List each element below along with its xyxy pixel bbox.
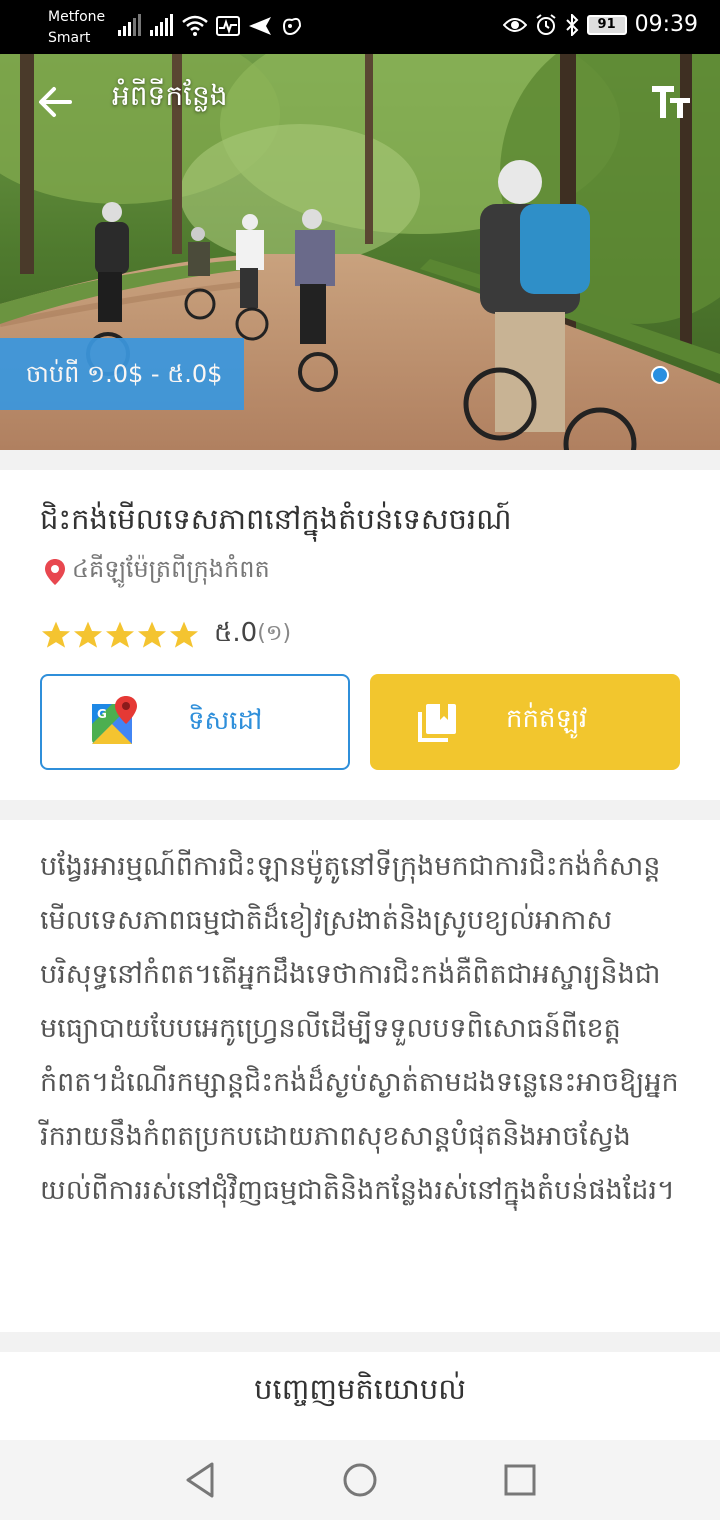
status-right: 91 09:39 [502,12,698,37]
place-info-card: ជិះកង់មើលទេសភាពនៅក្នុងតំបន់ទេសចរណ៍ ៤គីឡូ… [0,470,720,800]
clock: 09:39 [634,12,698,37]
status-bar: Metfone Smart 91 09:39 [0,0,720,54]
direction-label: ទិសដៅ [188,706,263,736]
star-icon [170,621,198,648]
price-badge: ចាប់ពី ១.0$ - ៥.0$ [0,338,244,410]
rating-row: ៥.0 (១) [40,616,291,654]
bluetooth-icon [565,13,579,36]
hero-image[interactable]: អំពីទីកន្លែង ចាប់ពី ១.0$ - ៥.0$ [0,54,720,450]
star-icon [106,621,134,648]
carrier-line-1: Metfone [48,9,106,25]
location-text: ៤គីឡូម៉ែត្រពីក្រុងកំពត [72,555,270,583]
comment-title[interactable]: បញ្ចេញមតិយោបល់ [0,1372,720,1414]
signal-icon [118,14,141,36]
status-left-icons [118,14,304,36]
activity-icon [216,16,240,36]
book-now-label: កក់ឥឡូវ [506,704,588,734]
rating-value: ៥.0 [214,618,258,648]
app-screen: Metfone Smart 91 09:39 អំពីទីកន្លែង ចាប់… [0,0,720,1520]
comment-section: បញ្ចេញមតិយោបល់ [0,1352,720,1442]
direction-button[interactable]: G ទិសដៅ [40,674,350,770]
send-icon [249,17,271,35]
system-nav-bar [0,1440,720,1520]
location-pin-icon [45,558,65,585]
location-row: ៤គីឡូម៉ែត្រពីក្រុងកំពត [44,554,270,589]
battery-indicator: 91 [586,14,627,35]
nav-recent-apps-icon[interactable] [500,1460,540,1500]
star-icon [42,621,70,648]
font-size-icon[interactable] [650,82,692,122]
hero-top-bar: អំពីទីកន្លែង [0,54,720,144]
description-text: បង្វែរអារម្មណ៍ពីការជិះឡានម៉ូតូនៅទីក្រុងម… [40,851,679,1206]
eye-icon [502,17,527,32]
place-title: ជិះកង់មើលទេសភាពនៅក្នុងតំបន់ទេសចរណ៍ [40,502,512,536]
carousel-indicator[interactable] [651,366,669,384]
carrier-label: Metfone Smart [48,7,105,49]
rating-count: (១) [257,621,292,646]
bookmark-stack-icon [418,704,456,742]
svg-text:G: G [97,707,107,721]
nav-home-icon[interactable] [340,1460,380,1500]
star-icon [138,621,166,648]
google-maps-icon: G [92,696,137,744]
alarm-icon [535,13,556,35]
star-icon [74,621,102,648]
carrier-line-2: Smart [48,30,91,46]
wifi-icon [182,15,208,36]
page-title: អំពីទីកន្លែង [112,79,228,112]
book-now-button[interactable]: កក់ឥឡូវ [370,674,680,770]
signal-2-icon [150,14,173,36]
description-card: បង្វែរអារម្មណ៍ពីការជិះឡានម៉ូតូនៅទីក្រុងម… [0,820,720,1332]
back-arrow-icon[interactable] [36,82,76,122]
nav-back-icon[interactable] [182,1460,222,1500]
app-notification-icon [282,17,302,36]
